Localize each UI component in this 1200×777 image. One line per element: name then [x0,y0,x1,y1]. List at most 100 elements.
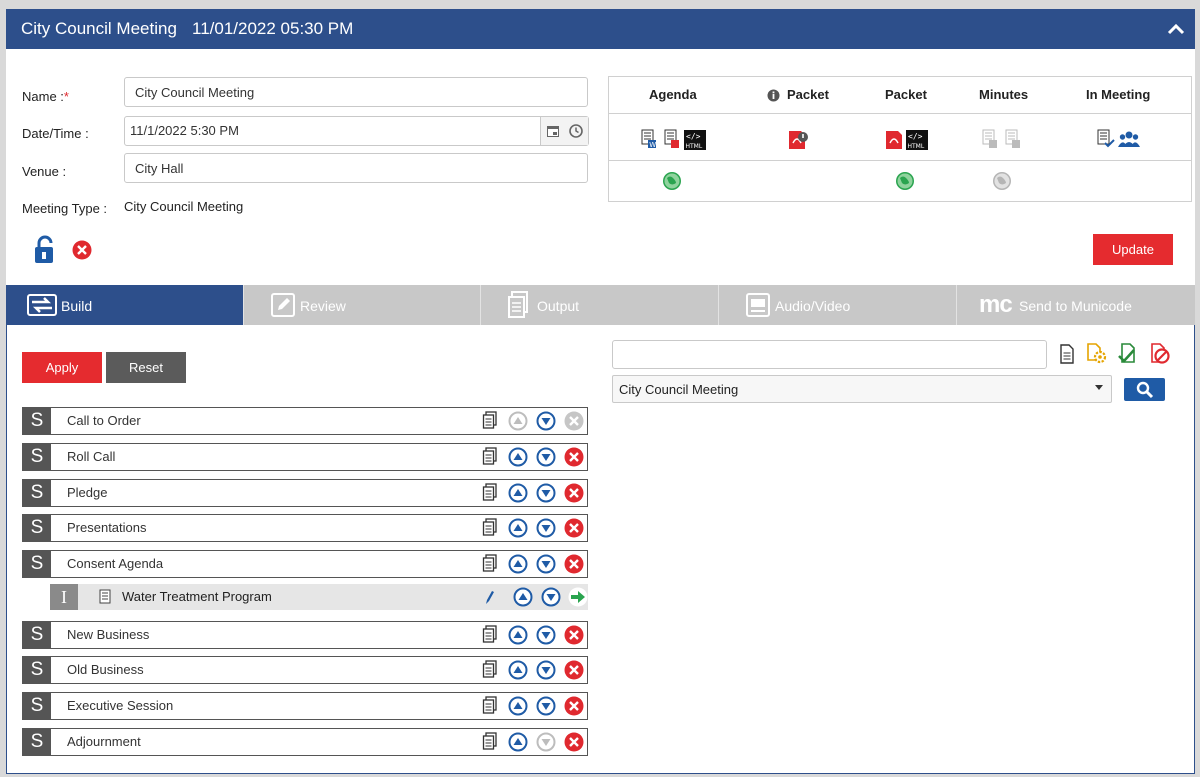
move-up-icon[interactable] [508,696,528,716]
publish-web-row [609,161,1191,201]
copy-icon[interactable] [482,447,498,467]
section-marker: S [23,693,51,719]
move-down-icon[interactable] [536,625,556,645]
section-marker: S [23,444,51,470]
move-down-icon[interactable] [536,518,556,538]
delete-meeting-icon[interactable] [72,240,92,260]
move-up-icon[interactable] [508,518,528,538]
minutes-word-icon [982,129,997,148]
agenda-section-label: Presentations [67,520,147,535]
copy-icon[interactable] [482,625,498,645]
packet-html-icon[interactable]: </> HTML [906,130,928,150]
agenda-section-row[interactable]: S Call to Order [22,407,588,435]
document-block-icon[interactable] [1149,343,1171,365]
svg-text:HTML: HTML [686,143,703,150]
agenda-section-row[interactable]: S Roll Call [22,443,588,471]
move-up-icon[interactable] [508,554,528,574]
tab-send-municode[interactable]: mc Send to Municode [956,285,1195,325]
attendees-icon[interactable] [1118,130,1140,148]
svg-text:HTML: HTML [908,143,925,150]
move-down-icon[interactable] [536,696,556,716]
update-button[interactable]: Update [1093,234,1173,265]
meeting-title: City Council Meeting [21,19,177,38]
venue-field[interactable]: City Hall [124,153,588,183]
delete-icon[interactable] [564,518,584,538]
copy-icon[interactable] [482,411,498,431]
agenda-web-icon[interactable] [662,171,682,191]
info-icon [767,89,780,102]
copy-icon[interactable] [482,732,498,752]
move-up-icon[interactable] [513,587,533,607]
in-meeting-doc-icon[interactable] [1097,129,1115,149]
move-up-icon[interactable] [508,447,528,467]
agenda-section-row[interactable]: S Presentations [22,514,588,542]
agenda-section-row[interactable]: S Adjournment [22,728,588,756]
meeting-type-select[interactable]: City Council Meeting [612,375,1112,403]
delete-icon[interactable] [564,625,584,645]
tab-review[interactable]: Review [243,285,480,325]
delete-icon[interactable] [564,483,584,503]
arrow-right-icon[interactable] [568,587,588,607]
datetime-buttons [540,117,588,145]
datetime-field[interactable]: 11/1/2022 5:30 PM [124,116,589,146]
delete-icon[interactable] [564,732,584,752]
apply-button[interactable]: Apply [22,352,102,383]
name-field[interactable]: City Council Meeting [124,77,588,107]
move-down-icon[interactable] [541,587,561,607]
search-button[interactable] [1124,378,1165,401]
delete-icon[interactable] [564,447,584,467]
chevron-up-icon[interactable] [1165,18,1187,40]
move-down-icon[interactable] [536,483,556,503]
document-approve-icon[interactable] [1118,343,1138,365]
reset-button[interactable]: Reset [106,352,186,383]
copy-icon[interactable] [482,518,498,538]
output-icon [508,291,528,318]
search-input[interactable] [612,340,1047,369]
agenda-section-row[interactable]: S Consent Agenda [22,550,588,578]
move-down-icon[interactable] [536,660,556,680]
move-down-icon[interactable] [536,447,556,467]
copy-icon[interactable] [482,554,498,574]
copy-icon[interactable] [482,660,498,680]
agenda-section-label: Old Business [67,662,144,677]
search-icon [1136,381,1154,399]
delete-icon[interactable] [564,554,584,574]
agenda-section-row[interactable]: S Executive Session [22,692,588,720]
move-down-disabled-icon [536,732,556,752]
tab-build[interactable]: Build [6,285,243,325]
agenda-item-water-treatment[interactable]: I Water Treatment Program [50,584,588,610]
move-up-icon[interactable] [508,625,528,645]
move-down-icon[interactable] [536,411,556,431]
col-agenda: Agenda [649,87,697,102]
packet-web-icon[interactable] [895,171,915,191]
clock-icon[interactable] [569,124,584,138]
move-down-icon[interactable] [536,554,556,574]
copy-icon[interactable] [482,483,498,503]
tab-bar: Build Review Output Audio/Video mc Send … [6,285,1195,325]
tab-audio-video-label: Audio/Video [775,298,851,314]
tab-output[interactable]: Output [480,285,718,325]
agenda-section-row[interactable]: S New Business [22,621,588,649]
document-settings-icon[interactable] [1086,343,1108,365]
agenda-item-label: Water Treatment Program [122,589,272,604]
agenda-section-row[interactable]: S Old Business [22,656,588,684]
unlock-icon[interactable] [32,235,58,265]
move-up-icon[interactable] [508,660,528,680]
delete-icon[interactable] [564,696,584,716]
packet-pdf-icon[interactable] [884,129,904,151]
agenda-section-row[interactable]: S Pledge [22,479,588,507]
move-up-icon[interactable] [508,483,528,503]
calendar-icon[interactable] [546,124,560,138]
venue-label: Venue : [22,164,67,179]
word-doc-icon[interactable]: W [641,129,657,149]
pencil-icon[interactable] [484,589,494,605]
html-icon[interactable]: </> HTML [684,130,706,150]
private-packet-pdf-icon[interactable] [787,129,809,151]
delete-icon[interactable] [564,660,584,680]
tab-audio-video[interactable]: Audio/Video [718,285,956,325]
copy-icon[interactable] [482,696,498,716]
document-list-icon[interactable] [1059,344,1075,364]
move-up-icon[interactable] [508,732,528,752]
pdf-doc-icon[interactable] [664,129,680,149]
meeting-header: City Council Meeting 11/01/2022 05:30 PM [6,9,1195,49]
